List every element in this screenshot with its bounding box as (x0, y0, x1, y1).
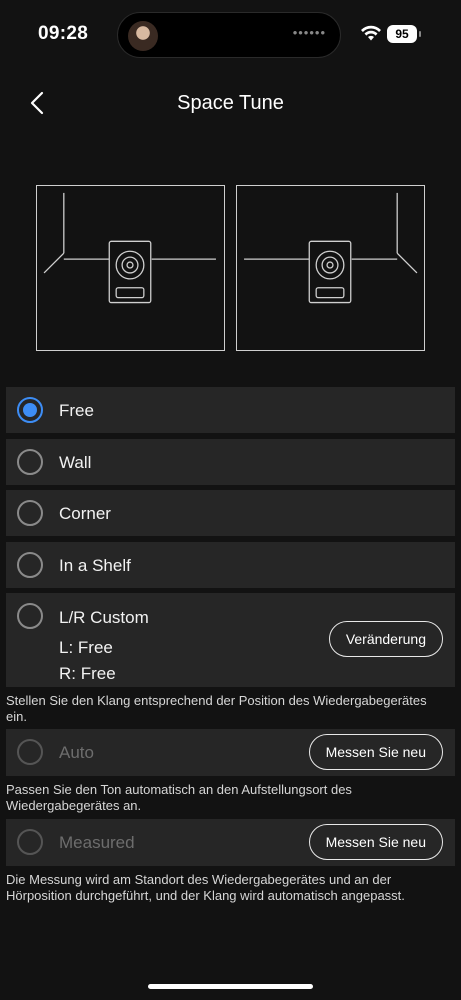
option-wall[interactable]: Wall (6, 439, 455, 485)
change-button[interactable]: Veränderung (328, 621, 443, 657)
island-dots: •••••• (292, 25, 326, 40)
battery-icon: 95 (387, 25, 421, 43)
speaker-placement-illustration-left (36, 185, 225, 351)
option-in-a-shelf[interactable]: In a Shelf (6, 542, 455, 588)
right-channel-value: R: Free (59, 664, 116, 683)
speaker-placement-illustration-right (236, 185, 425, 351)
option-measured[interactable]: Measured Messen Sie neu (6, 819, 455, 866)
option-label: Free (59, 401, 94, 420)
wifi-icon (361, 25, 381, 41)
radio-corner[interactable] (17, 500, 43, 526)
radio-in-a-shelf[interactable] (17, 552, 43, 578)
status-bar: 09:28 •••••• 95 (0, 0, 461, 70)
radio-lr-custom[interactable] (17, 603, 43, 629)
radio-measured[interactable] (17, 829, 43, 855)
option-label: In a Shelf (59, 556, 131, 575)
option-corner[interactable]: Corner (6, 490, 455, 536)
radio-auto[interactable] (17, 739, 43, 765)
option-free[interactable]: Free (6, 387, 455, 433)
clock: 09:28 (38, 23, 89, 44)
option-label: Wall (59, 453, 92, 472)
option-label: Auto (59, 743, 94, 762)
remeasure-button-auto[interactable]: Messen Sie neu (308, 734, 443, 770)
navigation-bar: Space Tune (0, 80, 461, 128)
radio-free[interactable] (17, 397, 43, 423)
option-label: Corner (59, 504, 111, 523)
measured-description: Die Messung wird am Standort des Wiederg… (6, 872, 405, 903)
remeasure-button-measured[interactable]: Messen Sie neu (308, 824, 443, 860)
page-title: Space Tune (177, 92, 284, 114)
radio-wall[interactable] (17, 449, 43, 475)
option-auto[interactable]: Auto Messen Sie neu (6, 729, 455, 776)
option-label: Measured (59, 833, 135, 852)
avatar (128, 21, 158, 51)
option-lr-custom[interactable]: L/R Custom L: Free R: Free Veränderung (6, 593, 455, 687)
position-description: Stellen Sie den Klang entsprechend der P… (6, 693, 427, 724)
left-channel-value: L: Free (59, 638, 113, 657)
auto-description: Passen Sie den Ton automatisch an den Au… (6, 782, 352, 813)
dynamic-island[interactable]: •••••• (117, 12, 341, 58)
option-label: L/R Custom (59, 608, 149, 627)
home-indicator[interactable] (148, 984, 313, 989)
